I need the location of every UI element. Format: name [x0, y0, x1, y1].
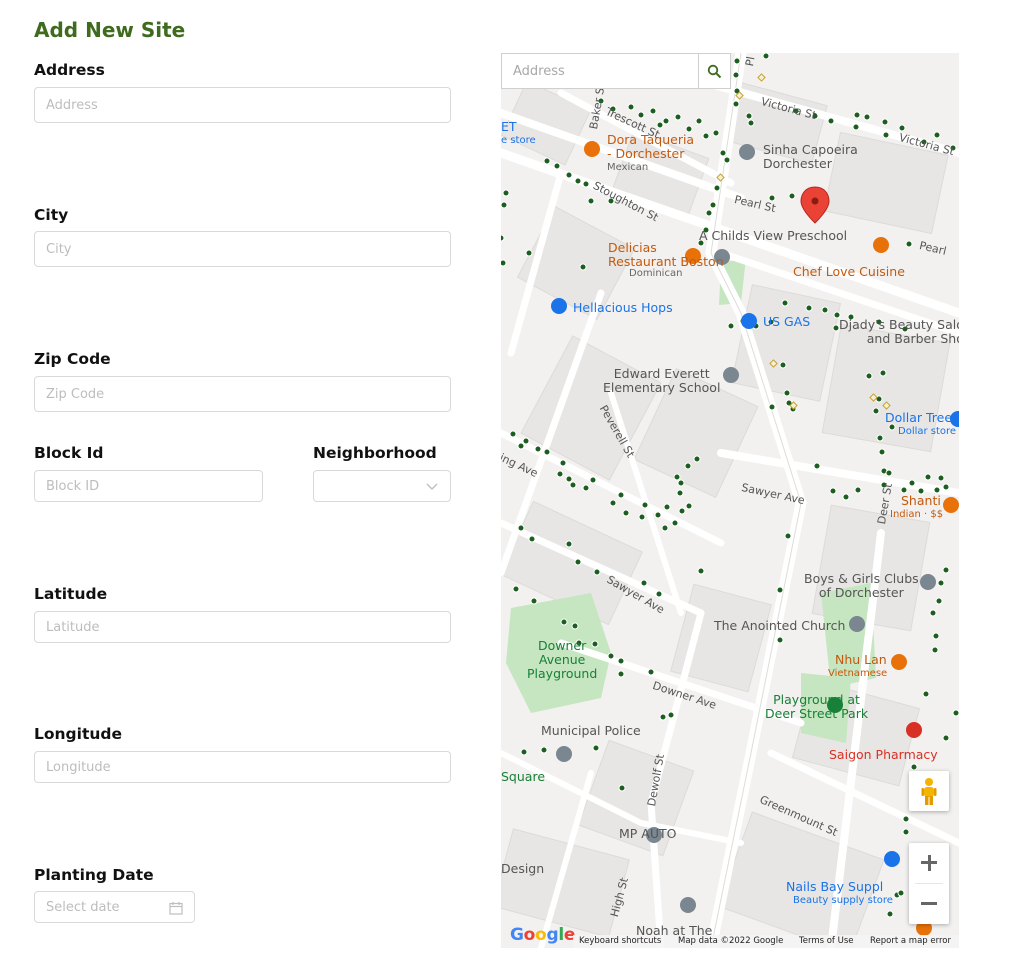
- map[interactable]: Dora Taqueria - Dorchester Mexican Sinha…: [501, 53, 959, 948]
- restaurant-icon: [584, 141, 600, 157]
- street-pl: Pl: [743, 55, 758, 68]
- block-id-label: Block Id: [34, 444, 104, 462]
- poi-nhu-lan[interactable]: Nhu Lan: [835, 653, 887, 667]
- poi-shanti-sub: Indian · $$: [890, 509, 944, 520]
- zip-code-label: Zip Code: [34, 350, 111, 368]
- poi-hellacious[interactable]: Hellacious Hops: [573, 301, 673, 315]
- terms-of-use-link[interactable]: Terms of Use: [799, 936, 854, 946]
- city-label: City: [34, 206, 69, 224]
- poi-dollar-tree[interactable]: Dollar Tree: [885, 411, 952, 425]
- poi-municipal-police[interactable]: Municipal Police: [541, 724, 641, 738]
- poi-sinha[interactable]: Sinha Capoeira Dorchester: [763, 143, 858, 171]
- longitude-label: Longitude: [34, 725, 123, 743]
- pegman-icon: [921, 778, 937, 805]
- poi-nails-sub: Beauty supply store: [793, 895, 893, 906]
- poi-nhu-lan-sub: Vietnamese: [828, 668, 888, 679]
- longitude-input[interactable]: [34, 751, 451, 783]
- planting-date-placeholder: Select date: [46, 900, 120, 915]
- poi-design[interactable]: Design: [501, 862, 544, 876]
- page-title: Add New Site: [34, 18, 186, 42]
- poi-delicias[interactable]: Delicias Restaurant Boston: [608, 241, 724, 269]
- poi-delicias-sub: Dominican: [629, 268, 683, 279]
- map-footer: Keyboard shortcuts Map data ©2022 Google…: [573, 935, 959, 948]
- poi-shanti[interactable]: Shanti: [901, 494, 941, 508]
- latitude-label: Latitude: [34, 585, 108, 603]
- address-input[interactable]: [34, 87, 451, 123]
- poi-mp-auto[interactable]: MP AUTO: [619, 827, 676, 841]
- poi-chef-love[interactable]: Chef Love Cuisine: [793, 265, 905, 279]
- neighborhood-select[interactable]: [313, 470, 451, 502]
- zoom-out-button[interactable]: [909, 884, 949, 924]
- poi-boys-girls[interactable]: Boys & Girls Clubs of Dorchester: [804, 572, 919, 600]
- zip-code-input[interactable]: [34, 376, 451, 412]
- poi-square[interactable]: Square: [501, 770, 545, 784]
- poi-deer-street-park[interactable]: Playground at Deer Street Park: [765, 693, 868, 721]
- poi-saigon-pharmacy[interactable]: Saigon Pharmacy: [829, 748, 938, 762]
- poi-us-gas[interactable]: US GAS: [763, 315, 810, 329]
- poi-downer-playground[interactable]: Downer Avenue Playground: [527, 639, 597, 681]
- poi-djady[interactable]: Djady's Beauty Salo and Barber Sho: [839, 318, 959, 346]
- report-map-error-link[interactable]: Report a map error: [870, 936, 951, 946]
- poi-dollar-sub: Dollar store: [898, 426, 957, 437]
- planting-date-label: Planting Date: [34, 866, 154, 884]
- poi-et[interactable]: ET: [501, 120, 517, 134]
- neighborhood-label: Neighborhood: [313, 444, 437, 462]
- street-view-button[interactable]: [909, 771, 949, 811]
- keyboard-shortcuts-link[interactable]: Keyboard shortcuts: [579, 936, 661, 946]
- address-label: Address: [34, 61, 105, 79]
- map-search-button[interactable]: [699, 53, 731, 89]
- map-data-text: Map data ©2022 Google: [678, 936, 784, 946]
- location-marker-icon: [800, 186, 830, 224]
- minus-icon: [921, 902, 937, 905]
- chevron-down-icon: [426, 483, 438, 490]
- poi-e-store: e store: [501, 135, 536, 146]
- zoom-in-button[interactable]: [909, 843, 949, 883]
- search-icon: [707, 64, 722, 79]
- planting-date-picker[interactable]: Select date: [34, 891, 195, 923]
- poi-childs-view[interactable]: A Childs View Preschool: [699, 229, 847, 243]
- poi-edward-everett[interactable]: Edward Everett Elementary School: [603, 367, 720, 395]
- google-logo: Google: [510, 925, 576, 945]
- calendar-icon: [169, 902, 183, 915]
- city-input[interactable]: [34, 231, 451, 267]
- poi-dora-sub: Mexican: [607, 162, 649, 173]
- map-zoom-control: [909, 843, 949, 924]
- block-id-input[interactable]: [34, 470, 263, 502]
- poi-anointed-church[interactable]: The Anointed Church: [714, 619, 845, 633]
- latitude-input[interactable]: [34, 611, 451, 643]
- poi-nails-bay[interactable]: Nails Bay Suppl: [786, 880, 883, 894]
- map-search-input[interactable]: [501, 53, 699, 89]
